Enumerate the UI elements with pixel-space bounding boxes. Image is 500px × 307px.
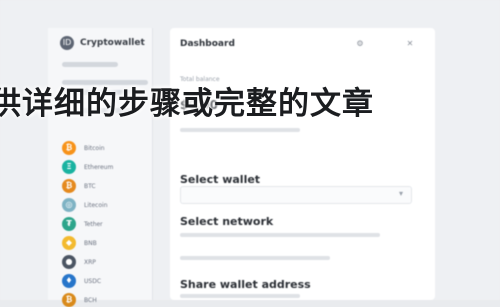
sidebar: ID Cryptowallet ₿ Bitcoin Ξ Ethereum ₿ BTC ◎ Li… [48, 28, 153, 307]
coin-icon: ₿ [62, 141, 76, 155]
coin-name: Bitcoin [84, 144, 105, 152]
coin-list-item[interactable]: ♦ USDC [62, 274, 101, 288]
coin-name: Tether [84, 220, 103, 228]
coin-icon: ₿ [62, 179, 76, 193]
main-panel: Dashboard ⚙ ✕ Total balance $0.00 Select… [170, 28, 435, 300]
placeholder-line [180, 294, 300, 298]
overlay-text: 供详细的步骤或完整的文章 [0, 86, 374, 122]
coin-icon: ₮ [62, 217, 76, 231]
brand-name: Cryptowallet [80, 38, 145, 48]
coin-name: USDC [84, 277, 102, 285]
placeholder-line [180, 233, 380, 237]
select-wallet-heading: Select wallet [180, 173, 261, 186]
coin-icon: ● [62, 255, 76, 269]
coin-list-item[interactable]: ₮ Tether [62, 217, 103, 231]
coin-list-item[interactable]: Ξ Ethereum [62, 160, 113, 174]
coin-list-item[interactable]: ● XRP [62, 255, 96, 269]
coin-name: BCH [84, 296, 97, 304]
coin-name: XRP [84, 258, 96, 266]
select-network-heading: Select network [180, 215, 274, 228]
placeholder-line [180, 256, 330, 260]
coin-name: BTC [84, 182, 96, 190]
coin-icon: ₿ [62, 293, 76, 307]
share-address-heading: Share wallet address [180, 278, 311, 291]
coin-icon: Ξ [62, 160, 76, 174]
coin-name: Ethereum [84, 163, 114, 171]
coin-list-item[interactable]: ₿ BCH [62, 293, 97, 307]
coin-name: Litecoin [84, 201, 108, 209]
coin-list-item[interactable]: ◆ BNB [62, 236, 97, 250]
brand-logo-icon: ID [60, 36, 74, 50]
brand: ID Cryptowallet [60, 36, 145, 50]
coin-icon: ♦ [62, 274, 76, 288]
coin-list-item[interactable]: ◎ Litecoin [62, 198, 108, 212]
sidebar-placeholder-bar [62, 62, 118, 67]
close-icon[interactable]: ✕ [405, 39, 415, 49]
settings-icon[interactable]: ⚙ [355, 39, 365, 49]
wallet-app: ID Cryptowallet ₿ Bitcoin Ξ Ethereum ₿ BTC ◎ Li… [0, 0, 500, 307]
chevron-down-icon: ▾ [398, 189, 403, 198]
balance-label: Total balance [180, 76, 220, 83]
coin-list-item[interactable]: ₿ BTC [62, 179, 96, 193]
coin-name: BNB [84, 239, 97, 247]
coin-icon: ◎ [62, 198, 76, 212]
coin-list-item[interactable]: ₿ Bitcoin [62, 141, 105, 155]
overlay-banner-text: 供详细的步骤或完整的文章 [0, 84, 500, 124]
placeholder-line [180, 128, 300, 132]
wallet-select[interactable]: ▾ [180, 186, 412, 204]
page-title: Dashboard [180, 39, 235, 49]
coin-icon: ◆ [62, 236, 76, 250]
